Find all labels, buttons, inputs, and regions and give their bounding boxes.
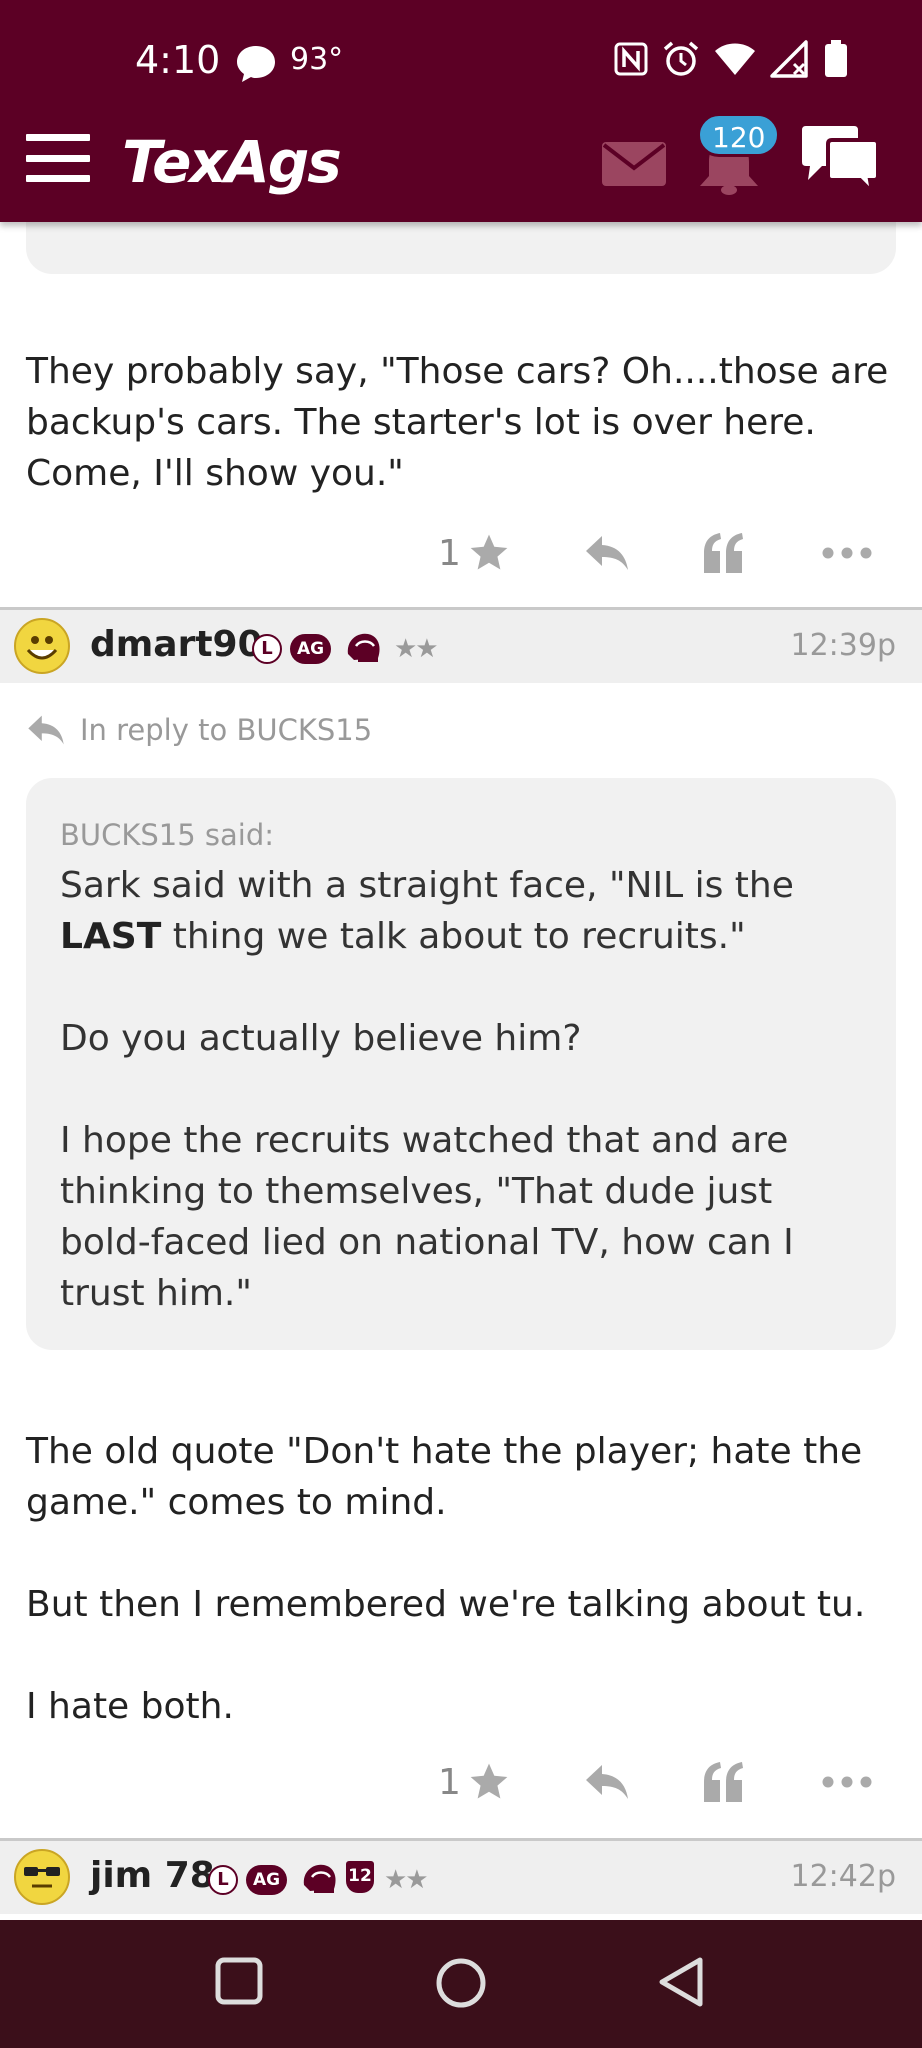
- username[interactable]: jim 78: [90, 1855, 215, 1896]
- reply-icon: [586, 536, 628, 570]
- post-paragraph: I hate both.: [26, 1686, 234, 1727]
- like-button[interactable]: 1: [438, 523, 511, 583]
- system-navigation-bar: [0, 1920, 922, 2048]
- username[interactable]: dmart90: [90, 624, 263, 665]
- reply-button[interactable]: [584, 1752, 630, 1812]
- home-button[interactable]: [434, 1956, 488, 2010]
- post-body: The old quote "Don't hate the player; ha…: [26, 1426, 896, 1732]
- back-button[interactable]: [656, 1956, 708, 2008]
- wifi-icon: [715, 43, 755, 75]
- post-paragraph: They probably say, "Those cars? Oh....th…: [26, 351, 889, 494]
- post-actions: 1: [0, 523, 922, 583]
- menu-icon[interactable]: [26, 134, 90, 182]
- avatar[interactable]: [14, 1849, 70, 1905]
- quote-button[interactable]: [702, 523, 746, 583]
- quote-box: BUCKS15 said: Sark said with a straight …: [26, 778, 896, 1350]
- status-temperature: 93°: [290, 42, 344, 77]
- status-icons: [614, 40, 848, 78]
- status-time: 4:10: [135, 38, 221, 82]
- badge-ag: AG: [290, 634, 332, 664]
- signal-icon: [770, 40, 808, 78]
- rating-stars: ★★: [394, 634, 439, 664]
- chat-bubble-icon: [237, 46, 275, 82]
- quote-paragraph: Do you actually believe him?: [60, 1018, 582, 1059]
- post-time: 12:39p: [790, 628, 897, 663]
- like-count: 1: [438, 532, 461, 574]
- reply-to-text: In reply to BUCKS15: [80, 713, 373, 747]
- badge-l: L: [252, 634, 282, 664]
- helmet-icon: [303, 1864, 336, 1893]
- post-paragraph: But then I remembered we're talking abou…: [26, 1584, 866, 1625]
- post-paragraph: The old quote "Don't hate the player; ha…: [26, 1431, 863, 1523]
- quote-paragraph: Sark said with a straight face, "NIL is …: [60, 865, 794, 957]
- app-header: 4:10 93° TexAgs 120: [0, 0, 922, 222]
- more-icon: [822, 547, 872, 559]
- mail-icon[interactable]: [602, 142, 666, 186]
- badge-ag: AG: [246, 1865, 288, 1895]
- texags-logo[interactable]: TexAgs: [122, 128, 342, 196]
- like-count: 1: [438, 1761, 461, 1803]
- avatar[interactable]: [14, 618, 70, 674]
- nfc-icon: [614, 42, 648, 76]
- more-options-button[interactable]: [822, 523, 872, 583]
- quote-button[interactable]: [702, 1752, 746, 1812]
- reply-icon: [28, 715, 64, 745]
- reply-button[interactable]: [584, 523, 630, 583]
- reply-icon: [586, 1765, 628, 1799]
- post-author-bar: jim 78 L AG 12 ★★ 12:42p: [0, 1838, 922, 1914]
- post-time: 12:42p: [790, 1859, 897, 1894]
- sunglasses-face-icon: [24, 1867, 60, 1888]
- quote-author: BUCKS15 said:: [60, 818, 275, 852]
- badge-12th-man: 12: [346, 1861, 374, 1893]
- more-icon: [822, 1776, 872, 1788]
- chat-icon[interactable]: [798, 124, 882, 194]
- post-author-bar: dmart90 L AG ★★ 12:39p: [0, 607, 922, 683]
- badge-l: L: [208, 1865, 238, 1895]
- recents-button[interactable]: [214, 1956, 264, 2006]
- alarm-icon: [663, 41, 699, 76]
- battery-icon: [825, 40, 847, 77]
- quote-body: Sark said with a straight face, "NIL is …: [60, 860, 862, 1319]
- star-icon: [470, 534, 508, 570]
- smiley-face-icon: [26, 636, 58, 660]
- more-options-button[interactable]: [822, 1752, 872, 1812]
- rating-stars: ★★: [384, 1865, 429, 1895]
- like-button[interactable]: 1: [438, 1752, 511, 1812]
- quote-icon: [704, 533, 743, 573]
- post-body: They probably say, "Those cars? Oh....th…: [26, 346, 896, 499]
- quote-icon: [704, 1762, 743, 1802]
- reply-to-link[interactable]: In reply to BUCKS15: [26, 708, 372, 752]
- notification-count-badge[interactable]: 120: [697, 113, 781, 157]
- helmet-icon: [347, 633, 380, 662]
- star-icon: [470, 1763, 508, 1799]
- post-actions: 1: [0, 1752, 922, 1812]
- quote-paragraph: I hope the recruits watched that and are…: [60, 1120, 794, 1314]
